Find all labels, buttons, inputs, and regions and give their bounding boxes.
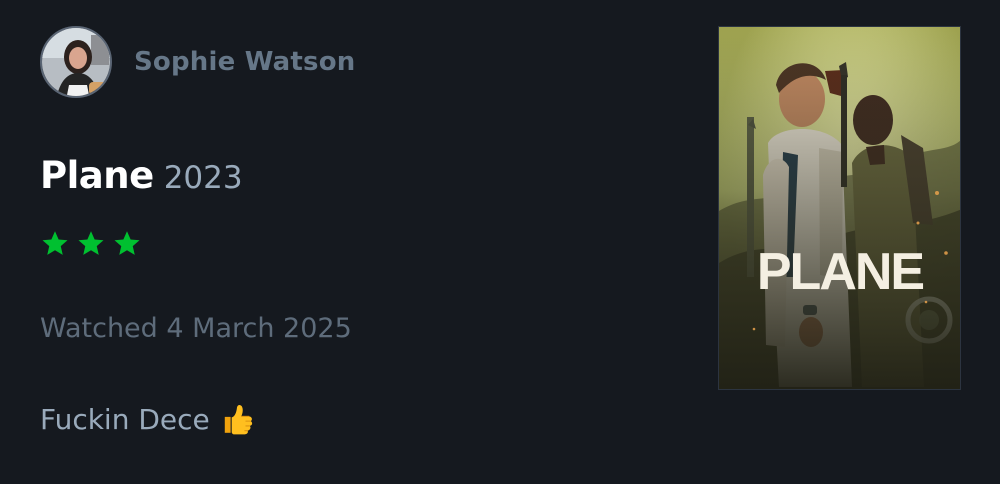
film-title[interactable]: Plane (40, 154, 154, 197)
author-name[interactable]: Sophie Watson (134, 47, 355, 77)
thumbs-up-icon (224, 404, 252, 435)
review-author[interactable]: Sophie Watson (40, 26, 660, 98)
star-icon (78, 231, 104, 255)
avatar[interactable] (40, 26, 112, 98)
review-page: Sophie Watson Plane 2023 Watched 4 March… (0, 0, 1000, 484)
avatar-photo-icon (42, 28, 110, 96)
film-heading: Plane 2023 (40, 154, 660, 197)
watched-date: Watched 4 March 2025 (40, 313, 352, 344)
star-icon (42, 231, 68, 255)
review-content: Sophie Watson Plane 2023 Watched 4 March… (40, 26, 660, 436)
review-text: Fuckin Dece (40, 402, 210, 436)
poster-title: PLANE (757, 243, 924, 301)
film-poster[interactable]: PLANE (718, 26, 961, 390)
star-rating (40, 227, 660, 261)
film-year[interactable]: 2023 (164, 160, 243, 196)
star-icon (114, 231, 140, 255)
poster-image: PLANE (719, 27, 960, 389)
review-body: Fuckin Dece (40, 402, 660, 436)
